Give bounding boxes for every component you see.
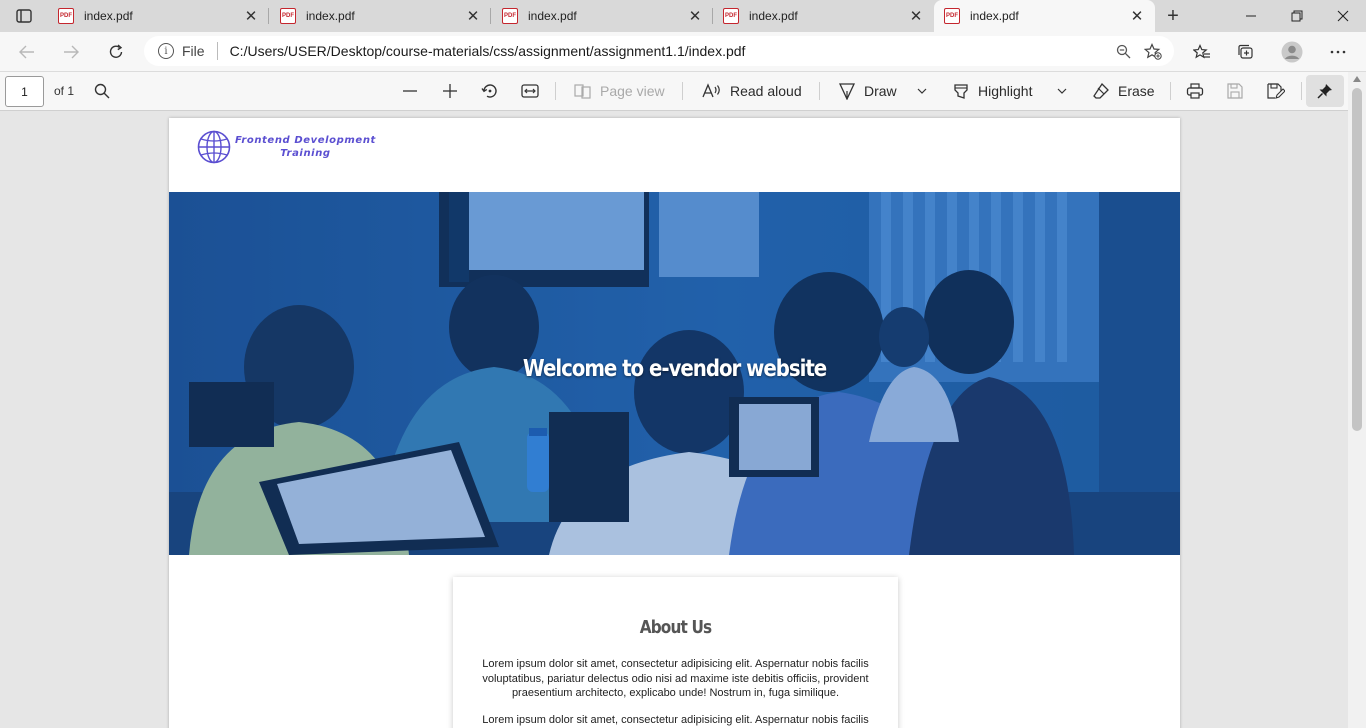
globe-icon xyxy=(197,130,231,164)
info-icon[interactable]: i xyxy=(158,43,174,59)
highlight-options-chevron-down-icon[interactable] xyxy=(1056,77,1068,105)
zoom-in-icon[interactable] xyxy=(442,77,458,105)
tab-title: index.pdf xyxy=(970,9,1019,23)
close-tab-icon[interactable]: ✕ xyxy=(239,4,263,28)
toolbar-separator xyxy=(1170,82,1171,100)
rotate-icon[interactable] xyxy=(481,77,499,105)
fit-page-icon[interactable] xyxy=(521,77,539,105)
logo-line-2: Training xyxy=(280,148,331,159)
find-in-pdf-icon[interactable] xyxy=(94,77,110,105)
pdf-viewer[interactable]: Frontend Development Training Welcome to… xyxy=(0,111,1348,728)
browser-tab[interactable]: PDF index.pdf ✕ xyxy=(492,0,713,32)
pin-toolbar-icon[interactable] xyxy=(1306,75,1344,107)
scroll-thumb[interactable] xyxy=(1352,88,1362,431)
tab-title: index.pdf xyxy=(749,9,798,23)
close-tab-icon[interactable]: ✕ xyxy=(683,4,707,28)
toolbar-separator xyxy=(819,82,820,100)
print-icon[interactable] xyxy=(1186,77,1204,105)
draw-button[interactable]: Draw xyxy=(838,77,897,105)
save-icon[interactable] xyxy=(1227,77,1243,105)
refresh-button[interactable] xyxy=(101,38,131,66)
forward-button[interactable] xyxy=(56,38,86,66)
toolbar-separator xyxy=(682,82,683,100)
url-path[interactable]: C:/Users/USER/Desktop/course-materials/c… xyxy=(230,43,1108,59)
pdf-file-icon: PDF xyxy=(280,8,296,24)
browser-tab-active[interactable]: PDF index.pdf ✕ xyxy=(934,0,1155,32)
address-field[interactable]: i File C:/Users/USER/Desktop/course-mate… xyxy=(144,36,1174,66)
browser-tab[interactable]: PDF index.pdf ✕ xyxy=(48,0,269,32)
browser-tab[interactable]: PDF index.pdf ✕ xyxy=(270,0,491,32)
browser-tab[interactable]: PDF index.pdf ✕ xyxy=(713,0,934,32)
toolbar-separator xyxy=(1301,82,1302,100)
hero-banner: Welcome to e-vendor website xyxy=(169,192,1180,555)
about-paragraph: Lorem ipsum dolor sit amet, consectetur … xyxy=(482,658,869,699)
page-view-button[interactable]: Page view xyxy=(574,77,665,105)
toolbar-separator xyxy=(555,82,556,100)
tab-actions-icon[interactable] xyxy=(10,6,38,26)
tab-separator xyxy=(268,8,269,24)
close-tab-icon[interactable]: ✕ xyxy=(461,4,485,28)
tab-title: index.pdf xyxy=(306,9,355,23)
tab-title: index.pdf xyxy=(84,9,133,23)
tab-strip: PDF index.pdf ✕ PDF index.pdf ✕ PDF inde… xyxy=(0,0,1366,32)
draw-options-chevron-down-icon[interactable] xyxy=(916,77,928,105)
read-aloud-label: Read aloud xyxy=(730,83,802,99)
restore-button[interactable] xyxy=(1274,0,1320,32)
logo: Frontend Development Training xyxy=(197,130,376,164)
erase-button[interactable]: Erase xyxy=(1092,77,1155,105)
vertical-scrollbar[interactable] xyxy=(1348,72,1366,728)
minimize-button[interactable] xyxy=(1228,0,1274,32)
url-divider xyxy=(216,42,218,60)
save-as-icon[interactable] xyxy=(1267,77,1285,105)
zoom-out-icon[interactable] xyxy=(402,77,418,105)
close-window-button[interactable] xyxy=(1320,0,1366,32)
about-title: About Us xyxy=(639,617,712,638)
new-tab-button[interactable]: + xyxy=(1160,4,1186,28)
collections-icon[interactable] xyxy=(1231,38,1261,66)
pdf-file-icon: PDF xyxy=(723,8,739,24)
url-scheme: File xyxy=(182,43,205,59)
about-card: About Us Lorem ipsum dolor sit amet, con… xyxy=(453,577,898,728)
profile-avatar[interactable] xyxy=(1277,38,1307,66)
read-aloud-button[interactable]: Read aloud xyxy=(702,77,802,105)
tab-title: index.pdf xyxy=(528,9,577,23)
add-favorite-icon[interactable] xyxy=(1138,39,1168,63)
address-bar-row: i File C:/Users/USER/Desktop/course-mate… xyxy=(0,32,1366,72)
close-tab-icon[interactable]: ✕ xyxy=(1125,4,1149,28)
favorites-icon[interactable] xyxy=(1187,38,1217,66)
pdf-file-icon: PDF xyxy=(58,8,74,24)
erase-label: Erase xyxy=(1118,83,1155,99)
page-view-label: Page view xyxy=(600,83,665,99)
logo-line-1: Frontend Development xyxy=(235,135,376,146)
highlight-button[interactable]: Highlight xyxy=(952,77,1032,105)
more-options-icon[interactable] xyxy=(1323,38,1353,66)
back-button[interactable] xyxy=(12,38,42,66)
highlight-label: Highlight xyxy=(978,83,1033,99)
pdf-file-icon: PDF xyxy=(944,8,960,24)
logo-text: Frontend Development Training xyxy=(235,134,376,160)
tab-separator xyxy=(490,8,491,24)
pdf-page: Frontend Development Training Welcome to… xyxy=(169,118,1180,728)
close-tab-icon[interactable]: ✕ xyxy=(904,4,928,28)
scroll-up-arrow-icon[interactable] xyxy=(1353,76,1361,82)
hero-title: Welcome to e-vendor website xyxy=(522,356,827,382)
pdf-file-icon: PDF xyxy=(502,8,518,24)
pdf-toolbar: 1 of 1 Page view Read aloud Draw Highlig… xyxy=(0,72,1366,111)
page-number-input[interactable]: 1 xyxy=(5,76,44,107)
page-total: of 1 xyxy=(54,84,75,98)
draw-label: Draw xyxy=(864,83,897,99)
zoom-icon[interactable] xyxy=(1108,39,1138,63)
about-paragraph: Lorem ipsum dolor sit amet, consectetur … xyxy=(482,714,869,726)
